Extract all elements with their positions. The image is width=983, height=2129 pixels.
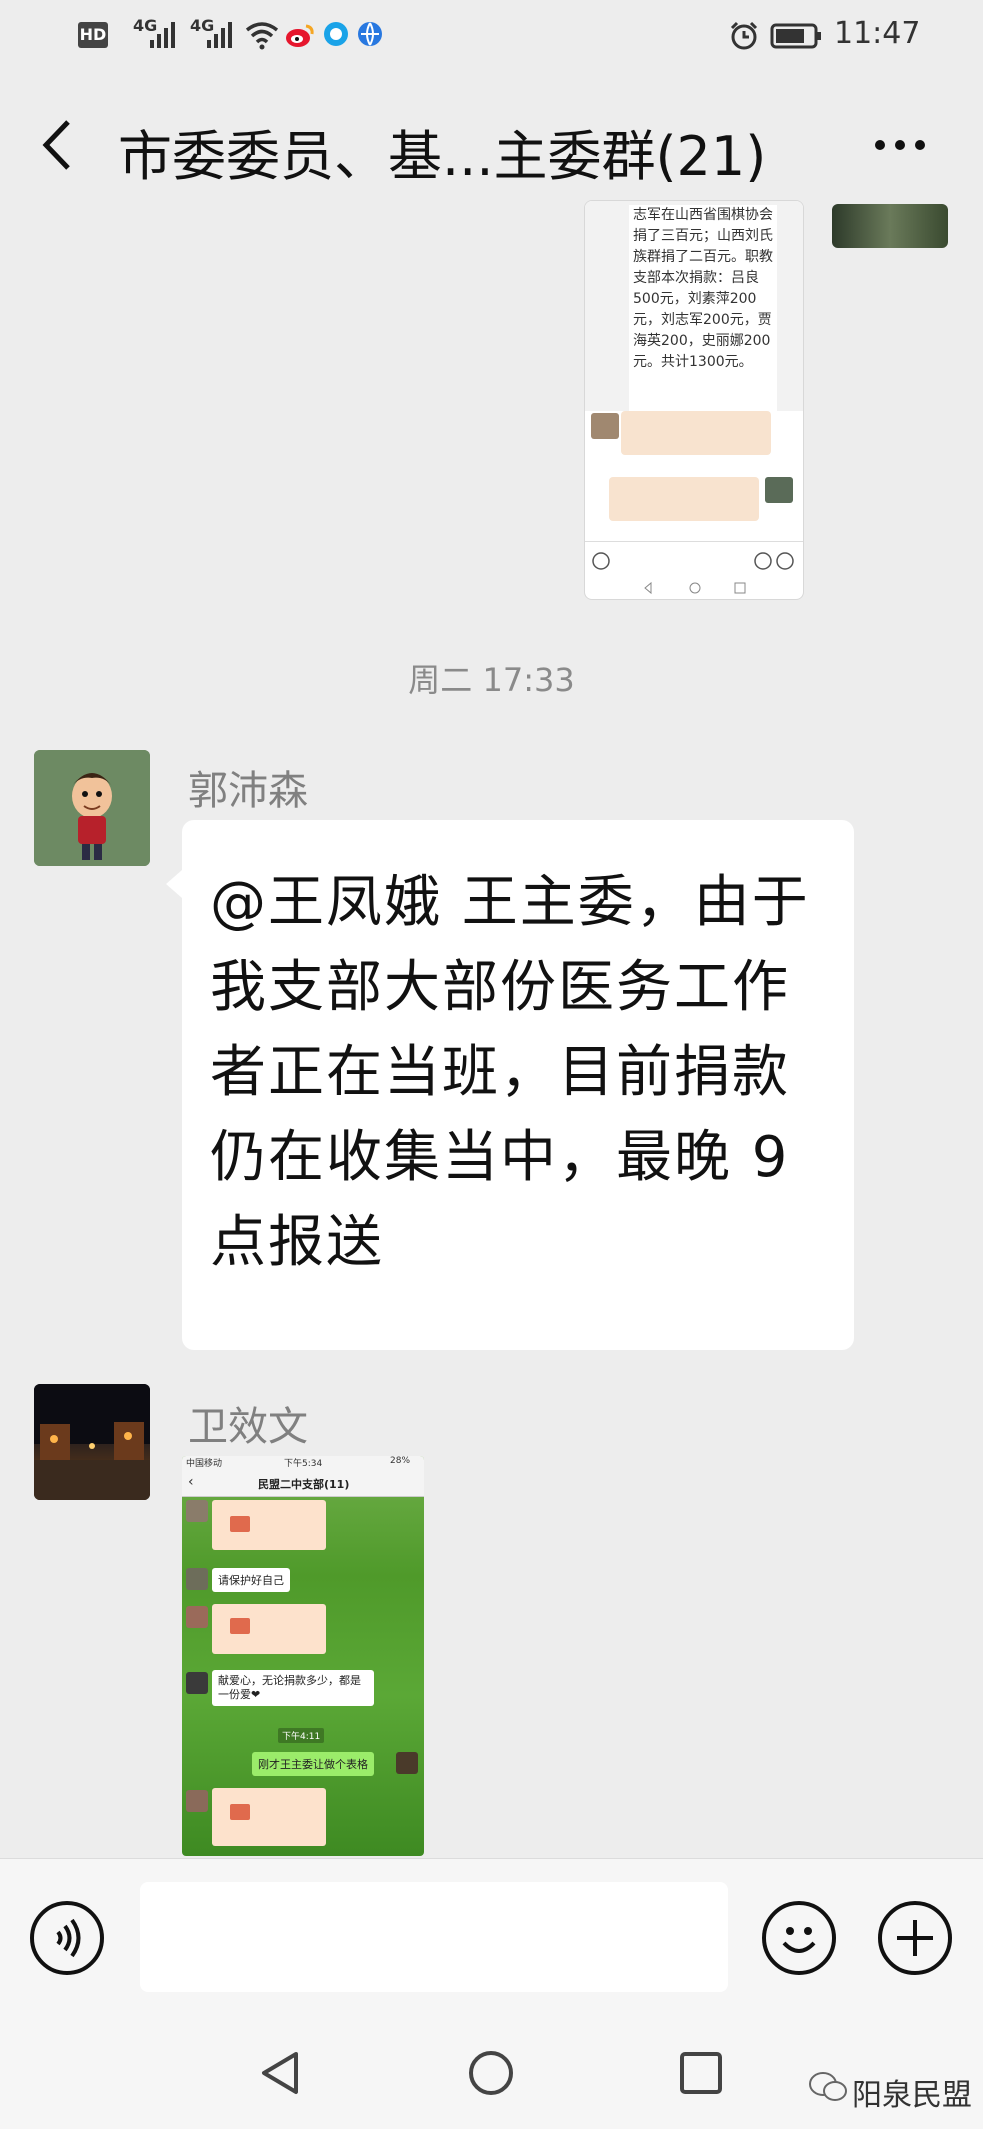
wifi-icon (245, 22, 279, 50)
red-packet (621, 411, 771, 455)
back-icon: ‹ (188, 1474, 194, 1490)
night-street-avatar-icon (34, 1384, 150, 1500)
weibo-icon (286, 24, 314, 47)
avatar (186, 1568, 208, 1590)
emoji-icon (782, 1927, 816, 1953)
chat-line: 献爱心，无论捐款多少，都是一份爱❤ (212, 1670, 374, 1706)
screenshot-text: 志军在山西省围棋协会捐了三百元；山西刘氏族群捐了二百元。职教支部本次捐款：吕良5… (629, 205, 777, 411)
battery-icon (770, 23, 821, 49)
timestamp: 周二 17:33 (408, 661, 575, 699)
back-nav-icon[interactable] (256, 2048, 306, 2098)
plus-button[interactable] (878, 1901, 952, 1975)
avatar (186, 1606, 208, 1628)
avatar (186, 1790, 208, 1812)
hd-badge: HD (78, 22, 108, 48)
screenshot-title: 民盟二中支部(11) (258, 1478, 350, 1491)
voice-icon (592, 552, 610, 570)
watermark-text: 阳泉民盟 (852, 2078, 972, 2113)
wechat-icon (809, 2072, 847, 2101)
red-packet (609, 477, 759, 521)
red-packet-icon (230, 1618, 250, 1634)
bubble-tail (166, 870, 182, 898)
status-bar: HD 4G 4G 11:47 (0, 0, 983, 72)
cartoon-avatar-icon (34, 750, 150, 866)
sender-name: 郭沛森 (188, 768, 308, 814)
emoji-button[interactable] (762, 1901, 836, 1975)
avatar (186, 1500, 208, 1522)
alarm-icon (730, 21, 758, 50)
screenshot-timestamp: 下午4:11 (278, 1728, 325, 1743)
clock: 11:47 (834, 16, 921, 51)
browser-icon (358, 22, 382, 46)
message-bubble[interactable]: @王凤娥 王主委，由于我支部大部份医务工作者正在当班，目前捐款仍在收集当中，最晚… (182, 820, 854, 1350)
screenshot-battery: 28% (390, 1456, 411, 1466)
recents-nav-icon[interactable] (676, 2048, 726, 2098)
avatar (765, 477, 793, 503)
voice-button[interactable] (30, 1901, 104, 1975)
more-button[interactable] (870, 130, 930, 160)
message-input[interactable] (140, 1882, 728, 1992)
avatar (832, 204, 948, 248)
chat-title: 市委委员、基...主委群(21) (118, 125, 767, 188)
system-nav-icons (644, 581, 746, 595)
message-text: @王凤娥 王主委，由于我支部大部份医务工作者正在当班，目前捐款仍在收集当中，最晚… (210, 870, 810, 1275)
avatar[interactable] (34, 750, 150, 866)
shared-screenshot-2[interactable]: 中国移动 下午5:34 28% ‹ 民盟二中支部(11) 请保护好自己 献爱心，… (182, 1456, 424, 1856)
home-nav-icon[interactable] (466, 2048, 516, 2098)
red-packet-icon (230, 1804, 250, 1820)
screenshot-time: 下午5:34 (284, 1459, 323, 1469)
plus-icon (897, 1920, 933, 1956)
avatar (591, 413, 619, 439)
avatar (396, 1752, 418, 1774)
sender-name: 卫效文 (188, 1404, 308, 1450)
emoji-plus-icons (754, 552, 794, 570)
red-packet-icon (230, 1516, 250, 1532)
app-notification-icon (324, 22, 348, 46)
shared-screenshot-1[interactable]: 志军在山西省围棋协会捐了三百元；山西刘氏族群捐了二百元。职教支部本次捐款：吕良5… (584, 200, 804, 600)
signal-icon-2 (207, 22, 232, 48)
signal-icon (150, 22, 175, 48)
chat-line: 请保护好自己 (212, 1568, 290, 1592)
back-button[interactable] (38, 118, 74, 172)
chat-line: 刚才王主委让做个表格 (252, 1752, 374, 1776)
avatar (186, 1672, 208, 1694)
screenshot-carrier: 中国移动 (186, 1459, 223, 1469)
avatar[interactable] (34, 1384, 150, 1500)
voice-icon (56, 1918, 81, 1958)
